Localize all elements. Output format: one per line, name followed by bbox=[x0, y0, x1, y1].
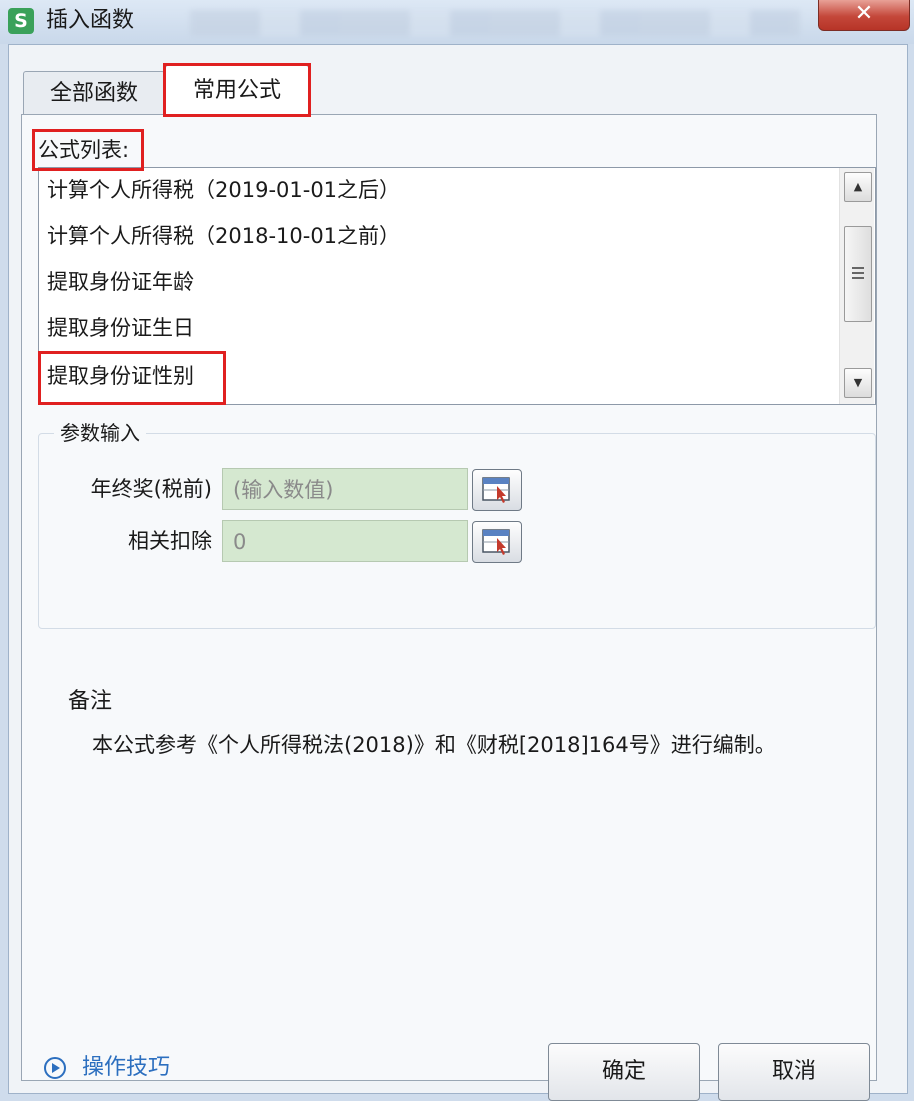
param-input-title: 参数输入 bbox=[54, 419, 146, 447]
list-item-id-birthday[interactable]: 提取身份证生日 bbox=[47, 308, 194, 348]
title-bar: S 插入函数 ✕ bbox=[0, 0, 914, 44]
play-circle-icon[interactable] bbox=[44, 1057, 66, 1079]
scroll-down-arrow-icon[interactable]: ▼ bbox=[844, 368, 872, 398]
background-toolbar-blur bbox=[190, 10, 800, 36]
list-scrollbar[interactable]: ▲ ▼ bbox=[839, 168, 874, 404]
cell-reference-icon bbox=[482, 529, 510, 555]
dialog-body: 全部函数 常用公式 公式列表: 计算个人所得税（2019-01-01之后） 计算… bbox=[8, 44, 908, 1101]
list-item-id-gender[interactable]: 提取身份证性别 bbox=[47, 356, 194, 396]
tab-all-functions[interactable]: 全部函数 bbox=[23, 71, 165, 116]
window-title: 插入函数 bbox=[46, 8, 135, 33]
cell-reference-button-bonus[interactable] bbox=[472, 469, 522, 511]
list-item-id-age[interactable]: 提取身份证年龄 bbox=[47, 262, 194, 302]
cell-reference-button-deduction[interactable] bbox=[472, 521, 522, 563]
cancel-button[interactable]: 取消 bbox=[718, 1043, 870, 1101]
formula-list-label: 公式列表: bbox=[38, 138, 130, 162]
tab-common-formulas[interactable]: 常用公式 bbox=[165, 65, 309, 116]
scroll-up-arrow-icon[interactable]: ▲ bbox=[844, 172, 872, 202]
cell-reference-icon bbox=[482, 477, 510, 503]
scroll-thumb[interactable] bbox=[844, 226, 872, 322]
deduction-input[interactable]: 0 bbox=[222, 520, 468, 562]
tab-panel: 公式列表: 计算个人所得税（2019-01-01之后） 计算个人所得税（2018… bbox=[21, 114, 877, 1101]
note-text: 本公式参考《个人所得税法(2018)》和《财税[2018]164号》进行编制。 bbox=[92, 733, 776, 757]
formula-list[interactable]: 计算个人所得税（2019-01-01之后） 计算个人所得税（2018-10-01… bbox=[38, 167, 876, 405]
list-item-tax-2019[interactable]: 计算个人所得税（2019-01-01之后） bbox=[47, 170, 400, 210]
tips-link[interactable]: 操作技巧 bbox=[82, 1051, 170, 1085]
param-label-bonus: 年终奖(税前) bbox=[90, 477, 212, 501]
note-title: 备注 bbox=[68, 689, 113, 714]
close-button[interactable]: ✕ bbox=[818, 0, 910, 31]
ok-button[interactable]: 确定 bbox=[548, 1043, 700, 1101]
bonus-input[interactable]: (输入数值) bbox=[222, 468, 468, 510]
wps-app-icon: S bbox=[8, 8, 34, 34]
list-item-tax-2018[interactable]: 计算个人所得税（2018-10-01之前） bbox=[47, 216, 400, 256]
param-label-deduction: 相关扣除 bbox=[128, 529, 212, 553]
